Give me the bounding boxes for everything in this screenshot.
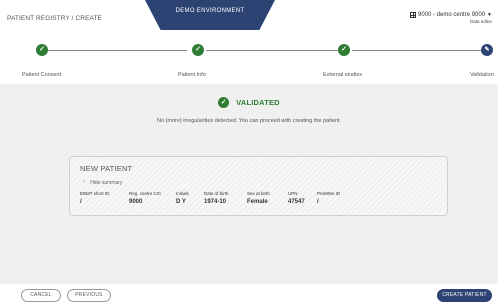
summary-title: NEW PATIENT [80,164,133,173]
field-value: / [80,199,82,205]
validation-status-text: VALIDATED [236,98,280,107]
field-label: Reg. centre CIC [129,191,162,196]
step-connector [206,50,338,51]
breadcrumb: PATIENT REGISTRY / CREATE [7,15,102,22]
field-label: Sex at birth [247,191,270,196]
summary-field-centre: Reg. centre CIC 9000 [129,191,161,205]
user-role: Data editor [469,19,492,24]
environment-label: DEMO ENVIRONMENT [175,8,245,14]
summary-field-upn: UPN 47547 [288,191,305,205]
top-header: PATIENT REGISTRY / CREATE DEMO ENVIRONME… [0,0,498,34]
centre-name: 9000 - demo centre 9000 [418,12,486,18]
field-label: ProMISe ID [317,191,341,196]
centre-selector[interactable]: 9000 - demo centre 9000 ▼ Data editor [410,12,492,24]
step-connector [48,50,187,51]
summary-field-dob: Date of birth 1974-10 [204,191,229,205]
summary-field-promise-id: ProMISe ID / [317,191,340,205]
step-studies-check-icon[interactable]: ✓ [338,44,350,56]
step-connector [352,50,481,51]
summary-field-ebmt-id: EBMT short ID / [80,191,109,205]
summary-field-sex: Sex at birth Female [247,191,270,205]
field-value: 1974-10 [204,199,227,205]
field-label: EBMT short ID [80,191,110,196]
environment-banner: DEMO ENVIRONMENT [145,0,275,30]
hide-summary-toggle[interactable]: ⌃ Hide summary [82,180,122,186]
step-label-consent: Patient Consent [22,72,62,78]
step-consent-check-icon[interactable]: ✓ [36,44,48,56]
field-label: UPN [288,191,298,196]
summary-field-initials: Initials D Y [176,191,189,205]
progress-stepper: ✓ ✓ ✓ ✎ Patient Consent Patient Info Ext… [0,34,498,84]
field-value: Female [247,199,268,205]
field-label: Date of birth [204,191,229,196]
field-value: / [317,199,319,205]
centre-icon [410,12,416,18]
previous-button[interactable]: PREVIOUS [67,289,111,302]
step-validation-edit-icon[interactable]: ✎ [481,44,493,56]
chevron-down-icon: ▼ [487,12,492,18]
create-patient-button[interactable]: CREATE PATIENT [437,289,492,302]
validation-panel: ✓ VALIDATED No (more) irregularities det… [0,84,498,284]
step-info-check-icon[interactable]: ✓ [192,44,204,56]
validation-status: ✓ VALIDATED [0,97,498,108]
field-value: 9000 [129,199,143,205]
hide-summary-label: Hide summary [90,180,123,186]
field-label: Initials [176,191,189,196]
cancel-button[interactable]: CANCEL [21,289,61,302]
step-label-studies: External studies [323,72,363,78]
validation-message: No (more) irregularities detected. You c… [156,118,342,124]
chevron-up-icon: ⌃ [82,180,87,186]
step-label-validation: Validation [470,72,494,78]
action-footer: CANCEL PREVIOUS CREATE PATIENT [0,284,498,306]
step-label-info: Patient Info [178,72,206,78]
patient-summary-card: NEW PATIENT ⌃ Hide summary EBMT short ID… [69,156,448,216]
field-value: D Y [176,199,186,205]
field-value: 47547 [288,199,305,205]
check-circle-icon: ✓ [218,97,230,108]
